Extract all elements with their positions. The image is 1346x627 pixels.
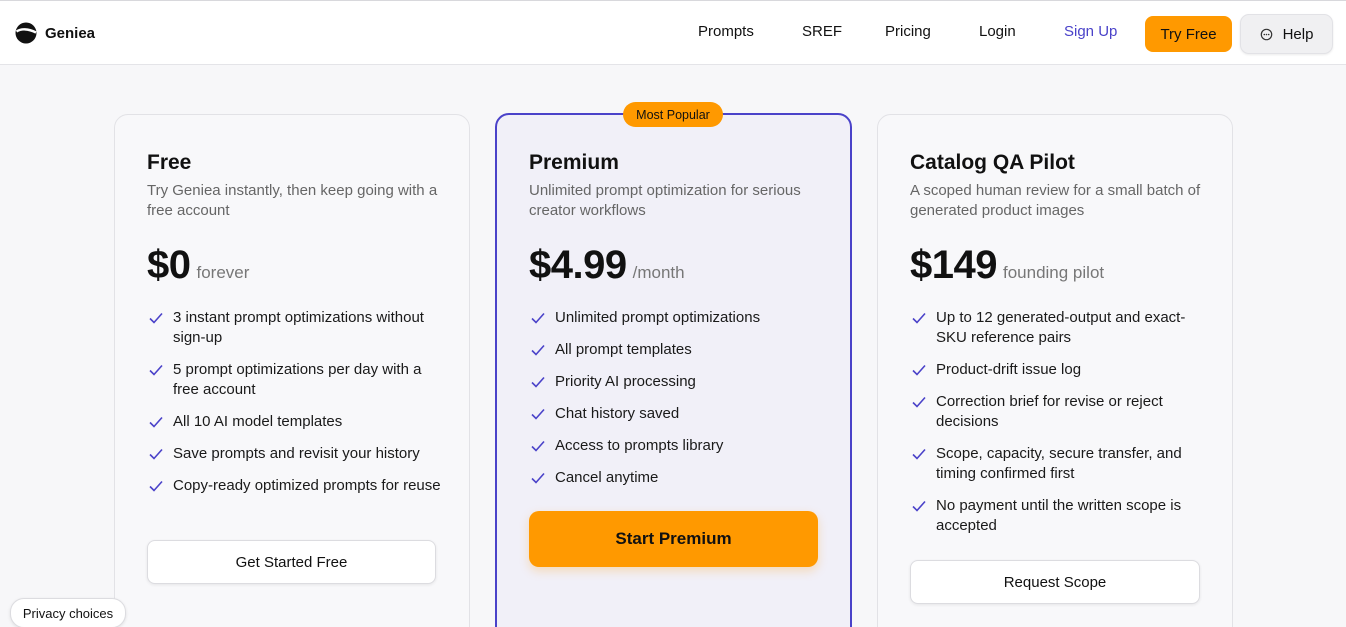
plan-card-premium: Premium Unlimited prompt optimization fo… — [495, 113, 852, 627]
plan-feature: Unlimited prompt optimizations — [529, 308, 829, 328]
plan-card-free: Free Try Geniea instantly, then keep goi… — [114, 114, 470, 627]
start-premium-button[interactable]: Start Premium — [529, 511, 818, 567]
request-scope-button[interactable]: Request Scope — [910, 560, 1200, 604]
plan-price: $149 — [910, 243, 997, 287]
brand-name: Geniea — [45, 24, 96, 42]
brand-logo[interactable]: Geniea — [15, 22, 95, 44]
plan-feature: Save prompts and revisit your history — [147, 444, 447, 464]
plan-feature-text: All 10 AI model templates — [173, 413, 343, 430]
plan-price: $0 — [147, 243, 191, 287]
plan-feature: Up to 12 generated-output and exact-SKU … — [910, 308, 1210, 348]
help-button[interactable]: Help — [1240, 14, 1333, 54]
plan-feature-text: Product-drift issue log — [936, 361, 1082, 378]
plan-feature: Cancel anytime — [529, 468, 829, 488]
plan-feature-text: 5 prompt optimizations per day with a fr… — [173, 361, 422, 398]
plan-feature: Product-drift issue log — [910, 360, 1210, 380]
plan-feature: No payment until the written scope is ac… — [910, 496, 1210, 536]
plan-feature-text: Correction brief for revise or reject de… — [936, 393, 1163, 430]
geniea-logo-icon — [15, 22, 37, 44]
plan-feature-text: Chat history saved — [555, 405, 680, 422]
plan-card-catalog-qa-pilot: Catalog QA Pilot A scoped human review f… — [877, 114, 1233, 627]
plan-period: founding pilot — [1002, 263, 1105, 282]
check-icon — [149, 448, 163, 460]
plan-title: Free — [147, 151, 192, 174]
plan-description: Unlimited prompt optimization for seriou… — [529, 182, 801, 219]
plan-feature: Correction brief for revise or reject de… — [910, 392, 1210, 432]
try-free-button[interactable]: Try Free — [1145, 16, 1232, 52]
check-icon — [912, 448, 926, 460]
plan-feature-text: No payment until the written scope is ac… — [936, 497, 1182, 534]
plan-feature-text: Unlimited prompt optimizations — [555, 309, 761, 326]
plan-feature-list: Up to 12 generated-output and exact-SKU … — [910, 308, 1210, 548]
plan-period: forever — [196, 263, 250, 282]
plan-price-row: $0 forever — [147, 243, 249, 288]
nav-pricing-link[interactable]: Pricing — [885, 23, 931, 40]
chat-bubble-icon — [1260, 28, 1272, 40]
plan-feature-text: Up to 12 generated-output and exact-SKU … — [936, 309, 1186, 346]
check-icon — [149, 364, 163, 376]
plan-title: Catalog QA Pilot — [910, 151, 1075, 174]
check-icon — [149, 416, 163, 428]
plan-feature-list: 3 instant prompt optimizations without s… — [147, 308, 447, 508]
nav-prompts-link[interactable]: Prompts — [698, 23, 754, 40]
plan-feature: Copy-ready optimized prompts for reuse — [147, 476, 447, 496]
most-popular-badge: Most Popular — [623, 102, 723, 127]
plan-feature-text: Priority AI processing — [555, 373, 696, 390]
help-label: Help — [1282, 25, 1314, 43]
check-icon — [912, 312, 926, 324]
plan-feature: 3 instant prompt optimizations without s… — [147, 308, 447, 348]
plan-feature-text: Scope, capacity, secure transfer, and ti… — [936, 445, 1182, 482]
plan-price-row: $149 founding pilot — [910, 243, 1104, 288]
check-icon — [531, 440, 545, 452]
plan-price: $4.99 — [529, 243, 627, 287]
plan-feature: All prompt templates — [529, 340, 829, 360]
plan-feature-text: Access to prompts library — [555, 437, 724, 454]
nav-signup-link[interactable]: Sign Up — [1064, 23, 1117, 40]
check-icon — [531, 344, 545, 356]
top-nav-bar: Geniea Prompts SREF Pricing Login Sign U… — [0, 0, 1346, 65]
check-icon — [531, 312, 545, 324]
plan-feature: 5 prompt optimizations per day with a fr… — [147, 360, 447, 400]
plan-period: /month — [632, 263, 685, 282]
nav-sref-link[interactable]: SREF — [802, 23, 842, 40]
plan-feature-text: Save prompts and revisit your history — [173, 445, 420, 462]
check-icon — [912, 396, 926, 408]
check-icon — [531, 472, 545, 484]
get-started-free-button[interactable]: Get Started Free — [147, 540, 436, 584]
plan-feature: Access to prompts library — [529, 436, 829, 456]
plan-feature-text: All prompt templates — [555, 341, 692, 358]
plan-title: Premium — [529, 151, 619, 174]
privacy-choices-button[interactable]: Privacy choices — [10, 598, 126, 627]
check-icon — [149, 480, 163, 492]
plan-feature: Chat history saved — [529, 404, 829, 424]
plan-feature: All 10 AI model templates — [147, 412, 447, 432]
check-icon — [912, 364, 926, 376]
plan-feature-text: Copy-ready optimized prompts for reuse — [173, 477, 441, 494]
plan-price-row: $4.99 /month — [529, 243, 685, 288]
plan-feature-list: Unlimited prompt optimizations All promp… — [529, 308, 829, 500]
plan-feature: Scope, capacity, secure transfer, and ti… — [910, 444, 1210, 484]
plan-feature: Priority AI processing — [529, 372, 829, 392]
plan-feature-text: 3 instant prompt optimizations without s… — [173, 309, 424, 346]
nav-login-link[interactable]: Login — [979, 23, 1016, 40]
plan-description: A scoped human review for a small batch … — [910, 182, 1201, 219]
check-icon — [149, 312, 163, 324]
check-icon — [912, 500, 926, 512]
plan-description: Try Geniea instantly, then keep going wi… — [147, 182, 438, 219]
check-icon — [531, 376, 545, 388]
check-icon — [531, 408, 545, 420]
plan-feature-text: Cancel anytime — [555, 469, 659, 486]
